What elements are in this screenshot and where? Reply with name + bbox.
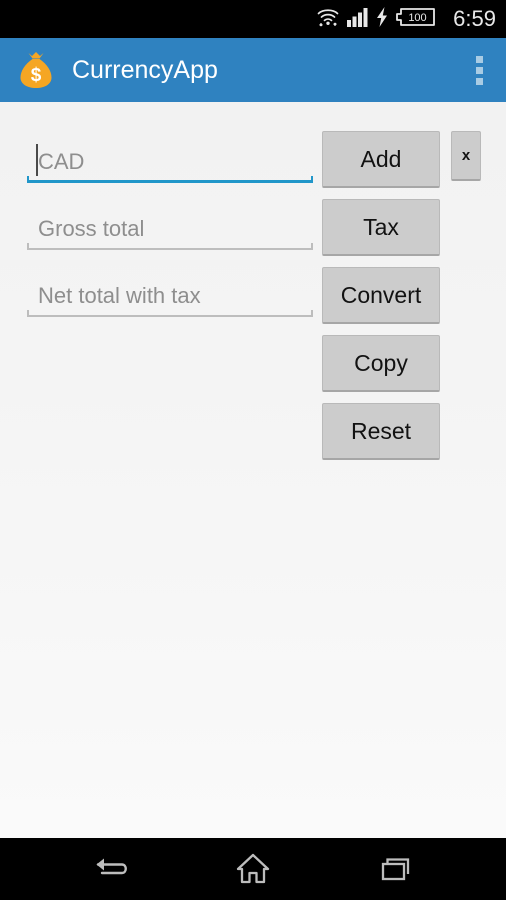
app-title: CurrencyApp <box>72 55 218 84</box>
tax-button[interactable]: Tax <box>322 199 440 256</box>
home-icon[interactable] <box>218 838 288 900</box>
battery-level-text: 100 <box>408 12 426 24</box>
main-content: CAD Gross total Net total with tax Add x… <box>0 102 506 838</box>
net-total-input-underline <box>27 310 313 317</box>
recent-apps-icon[interactable] <box>360 838 430 900</box>
app-bar: $ CurrencyApp <box>0 38 506 102</box>
add-button-row: Add x <box>322 131 487 188</box>
input-fields-group: CAD Gross total Net total with tax <box>27 131 313 332</box>
android-navigation-bar <box>0 838 506 900</box>
gross-total-input-placeholder: Gross total <box>38 216 145 241</box>
charging-bolt-icon <box>376 6 388 32</box>
close-button[interactable]: x <box>451 131 481 181</box>
overflow-menu-icon[interactable] <box>462 48 496 92</box>
convert-button[interactable]: Convert <box>322 267 440 324</box>
reset-button[interactable]: Reset <box>322 403 440 460</box>
add-button[interactable]: Add <box>322 131 440 188</box>
back-arrow-icon[interactable] <box>76 838 146 900</box>
currency-input-underline <box>27 176 313 183</box>
gross-total-input-underline <box>27 243 313 250</box>
copy-button[interactable]: Copy <box>322 335 440 392</box>
overflow-dot <box>475 66 483 74</box>
svg-text:$: $ <box>31 65 42 86</box>
net-total-input-placeholder: Net total with tax <box>38 283 201 308</box>
tax-button-row: Tax <box>322 199 487 256</box>
net-total-input[interactable]: Net total with tax <box>27 265 313 317</box>
cellular-signal-icon <box>347 7 369 32</box>
overflow-dot <box>475 77 483 85</box>
battery-icon: 100 <box>395 7 437 32</box>
money-bag-icon: $ <box>14 48 58 92</box>
gross-total-input[interactable]: Gross total <box>27 198 313 250</box>
status-bar: 100 6:59 <box>0 0 506 38</box>
android-phone-screen: 100 6:59 $ CurrencyApp CAD Gross total N… <box>0 0 506 900</box>
currency-input-placeholder: CAD <box>38 149 85 174</box>
currency-input[interactable]: CAD <box>27 131 313 183</box>
reset-button-row: Reset <box>322 403 487 460</box>
convert-button-row: Convert <box>322 267 487 324</box>
copy-button-row: Copy <box>322 335 487 392</box>
wifi-icon <box>316 6 340 33</box>
action-buttons-group: Add x Tax Convert Copy Reset <box>322 131 487 471</box>
overflow-dot <box>475 55 483 63</box>
status-bar-clock: 6:59 <box>453 6 496 31</box>
status-bar-icons: 100 6:59 <box>316 6 496 33</box>
